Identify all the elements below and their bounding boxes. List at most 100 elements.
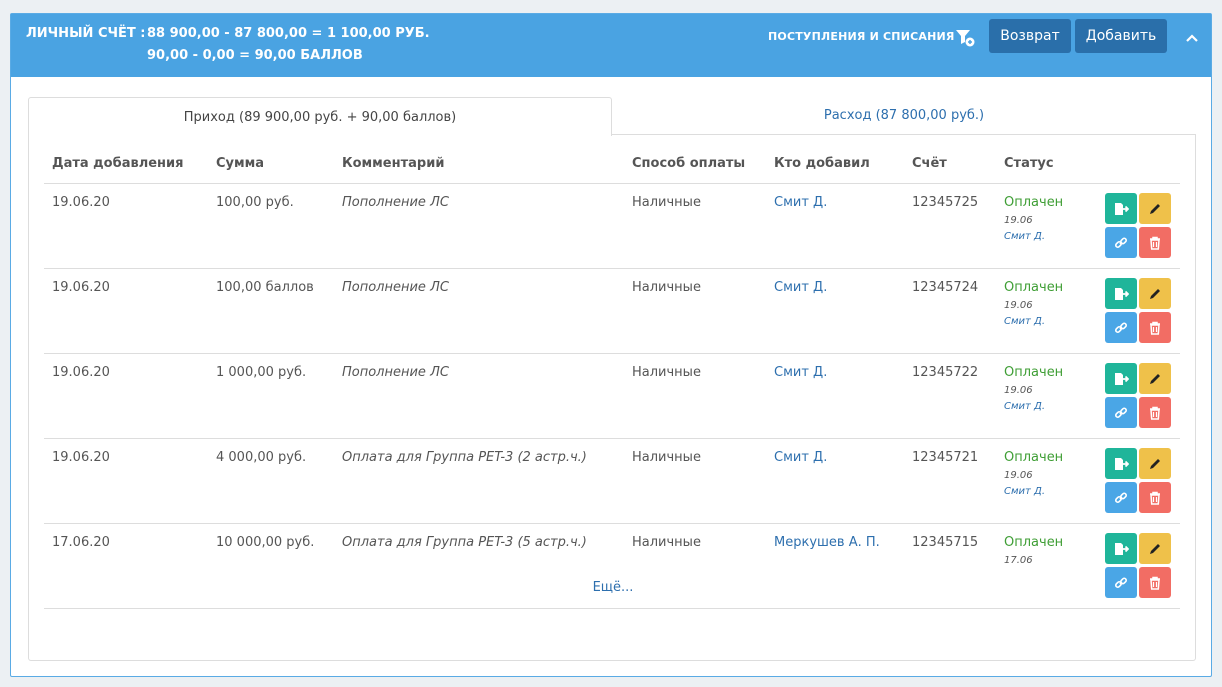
status-date: 19.06 xyxy=(1004,300,1033,311)
account-label: ЛИЧНЫЙ СЧЁТ : xyxy=(26,26,146,41)
edit-button[interactable] xyxy=(1139,363,1171,394)
balance-points: 90,00 - 0,00 = 90,00 БАЛЛОВ xyxy=(147,48,363,63)
transactions-card: Приход (89 900,00 руб. + 90,00 баллов) Р… xyxy=(28,97,1197,661)
link-button[interactable] xyxy=(1105,227,1137,258)
cell-method: Наличные xyxy=(632,365,701,380)
chevron-up-icon[interactable] xyxy=(1185,29,1199,42)
edit-button[interactable] xyxy=(1139,193,1171,224)
file-export-icon xyxy=(1115,542,1129,555)
transactions-table: Дата добавления Сумма Комментарий Способ… xyxy=(28,134,1196,661)
status-paid: Оплачен xyxy=(1004,535,1064,550)
status-date: 19.06 xyxy=(1004,385,1033,396)
load-more-link[interactable]: Ещё... xyxy=(29,580,1197,595)
cell-sum: 1 000,00 руб. xyxy=(216,365,307,380)
link-button[interactable] xyxy=(1105,482,1137,513)
edit-button[interactable] xyxy=(1139,533,1171,564)
trash-icon xyxy=(1150,321,1160,335)
column-header-sum: Сумма xyxy=(216,156,265,171)
tab-expense[interactable]: Расход (87 800,00 руб.) xyxy=(612,97,1196,135)
trash-icon xyxy=(1150,236,1160,250)
status-added-by[interactable]: Смит Д. xyxy=(1004,231,1045,242)
trash-icon xyxy=(1150,491,1160,505)
file-export-icon xyxy=(1115,457,1129,470)
export-button[interactable] xyxy=(1105,363,1137,394)
return-button[interactable]: Возврат xyxy=(989,19,1071,53)
cell-account: 12345721 xyxy=(912,450,979,465)
edit-button[interactable] xyxy=(1139,278,1171,309)
column-header-who: Кто добавил xyxy=(774,156,870,171)
file-export-icon xyxy=(1115,372,1129,385)
cell-sum: 4 000,00 руб. xyxy=(216,450,307,465)
column-header-status: Статус xyxy=(1004,156,1054,171)
cell-sum: 100,00 баллов xyxy=(216,280,314,295)
cell-method: Наличные xyxy=(632,535,701,550)
column-header-method: Способ оплаты xyxy=(632,156,746,171)
export-button[interactable] xyxy=(1105,533,1137,564)
tab-income[interactable]: Приход (89 900,00 руб. + 90,00 баллов) xyxy=(28,97,612,136)
cell-comment: Пополнение ЛС xyxy=(342,280,449,295)
pencil-icon xyxy=(1150,543,1160,554)
pencil-icon xyxy=(1150,373,1160,384)
add-button[interactable]: Добавить xyxy=(1075,19,1167,53)
pencil-icon xyxy=(1150,458,1160,469)
status-added-by[interactable]: Смит Д. xyxy=(1004,316,1045,327)
cell-comment: Оплата для Группа PET-3 (5 астр.ч.) xyxy=(342,535,587,550)
column-header-date: Дата добавления xyxy=(52,156,184,171)
export-button[interactable] xyxy=(1105,193,1137,224)
status-date: 19.06 xyxy=(1004,215,1033,226)
account-panel: ЛИЧНЫЙ СЧЁТ : 88 900,00 - 87 800,00 = 1 … xyxy=(10,13,1212,677)
cell-comment: Пополнение ЛС xyxy=(342,195,449,210)
status-paid: Оплачен xyxy=(1004,280,1064,295)
cell-added-by[interactable]: Меркушев А. П. xyxy=(774,535,880,550)
delete-button[interactable] xyxy=(1139,397,1171,428)
link-icon xyxy=(1114,491,1128,503)
column-header-account: Счёт xyxy=(912,156,947,171)
pencil-icon xyxy=(1150,288,1160,299)
cell-method: Наличные xyxy=(632,450,701,465)
cell-sum: 100,00 руб. xyxy=(216,195,294,210)
cell-date: 19.06.20 xyxy=(52,365,110,380)
status-date: 19.06 xyxy=(1004,470,1033,481)
status-date: 17.06 xyxy=(1004,555,1033,566)
edit-button[interactable] xyxy=(1139,448,1171,479)
cell-added-by[interactable]: Смит Д. xyxy=(774,365,827,380)
export-button[interactable] xyxy=(1105,278,1137,309)
panel-header: ЛИЧНЫЙ СЧЁТ : 88 900,00 - 87 800,00 = 1 … xyxy=(11,14,1211,77)
link-button[interactable] xyxy=(1105,312,1137,343)
cell-account: 12345725 xyxy=(912,195,979,210)
cell-account: 12345724 xyxy=(912,280,979,295)
cell-added-by[interactable]: Смит Д. xyxy=(774,450,827,465)
balance-rub: 88 900,00 - 87 800,00 = 1 100,00 РУБ. xyxy=(147,26,430,41)
delete-button[interactable] xyxy=(1139,312,1171,343)
cell-account: 12345722 xyxy=(912,365,979,380)
link-icon xyxy=(1114,321,1128,333)
table-row: 19.06.20 100,00 руб. Пополнение ЛС Налич… xyxy=(44,184,1180,269)
status-added-by[interactable]: Смит Д. xyxy=(1004,486,1045,497)
cell-sum: 10 000,00 руб. xyxy=(216,535,315,550)
link-button[interactable] xyxy=(1105,397,1137,428)
cell-date: 19.06.20 xyxy=(52,280,110,295)
delete-button[interactable] xyxy=(1139,227,1171,258)
status-added-by[interactable]: Смит Д. xyxy=(1004,401,1045,412)
table-row: 17.06.20 10 000,00 руб. Оплата для Групп… xyxy=(44,524,1180,609)
cell-added-by[interactable]: Смит Д. xyxy=(774,195,827,210)
file-export-icon xyxy=(1115,202,1129,215)
table-row: 19.06.20 100,00 баллов Пополнение ЛС Нал… xyxy=(44,269,1180,354)
status-paid: Оплачен xyxy=(1004,450,1064,465)
cell-added-by[interactable]: Смит Д. xyxy=(774,280,827,295)
table-row: 19.06.20 4 000,00 руб. Оплата для Группа… xyxy=(44,439,1180,524)
cell-account: 12345715 xyxy=(912,535,979,550)
link-icon xyxy=(1114,406,1128,418)
cell-method: Наличные xyxy=(632,195,701,210)
cell-date: 19.06.20 xyxy=(52,450,110,465)
cell-date: 19.06.20 xyxy=(52,195,110,210)
status-paid: Оплачен xyxy=(1004,195,1064,210)
file-export-icon xyxy=(1115,287,1129,300)
filter-icon[interactable] xyxy=(955,29,975,47)
transactions-link[interactable]: ПОСТУПЛЕНИЯ И СПИСАНИЯ xyxy=(768,30,955,43)
link-icon xyxy=(1114,236,1128,248)
delete-button[interactable] xyxy=(1139,482,1171,513)
status-paid: Оплачен xyxy=(1004,365,1064,380)
export-button[interactable] xyxy=(1105,448,1137,479)
pencil-icon xyxy=(1150,203,1160,214)
